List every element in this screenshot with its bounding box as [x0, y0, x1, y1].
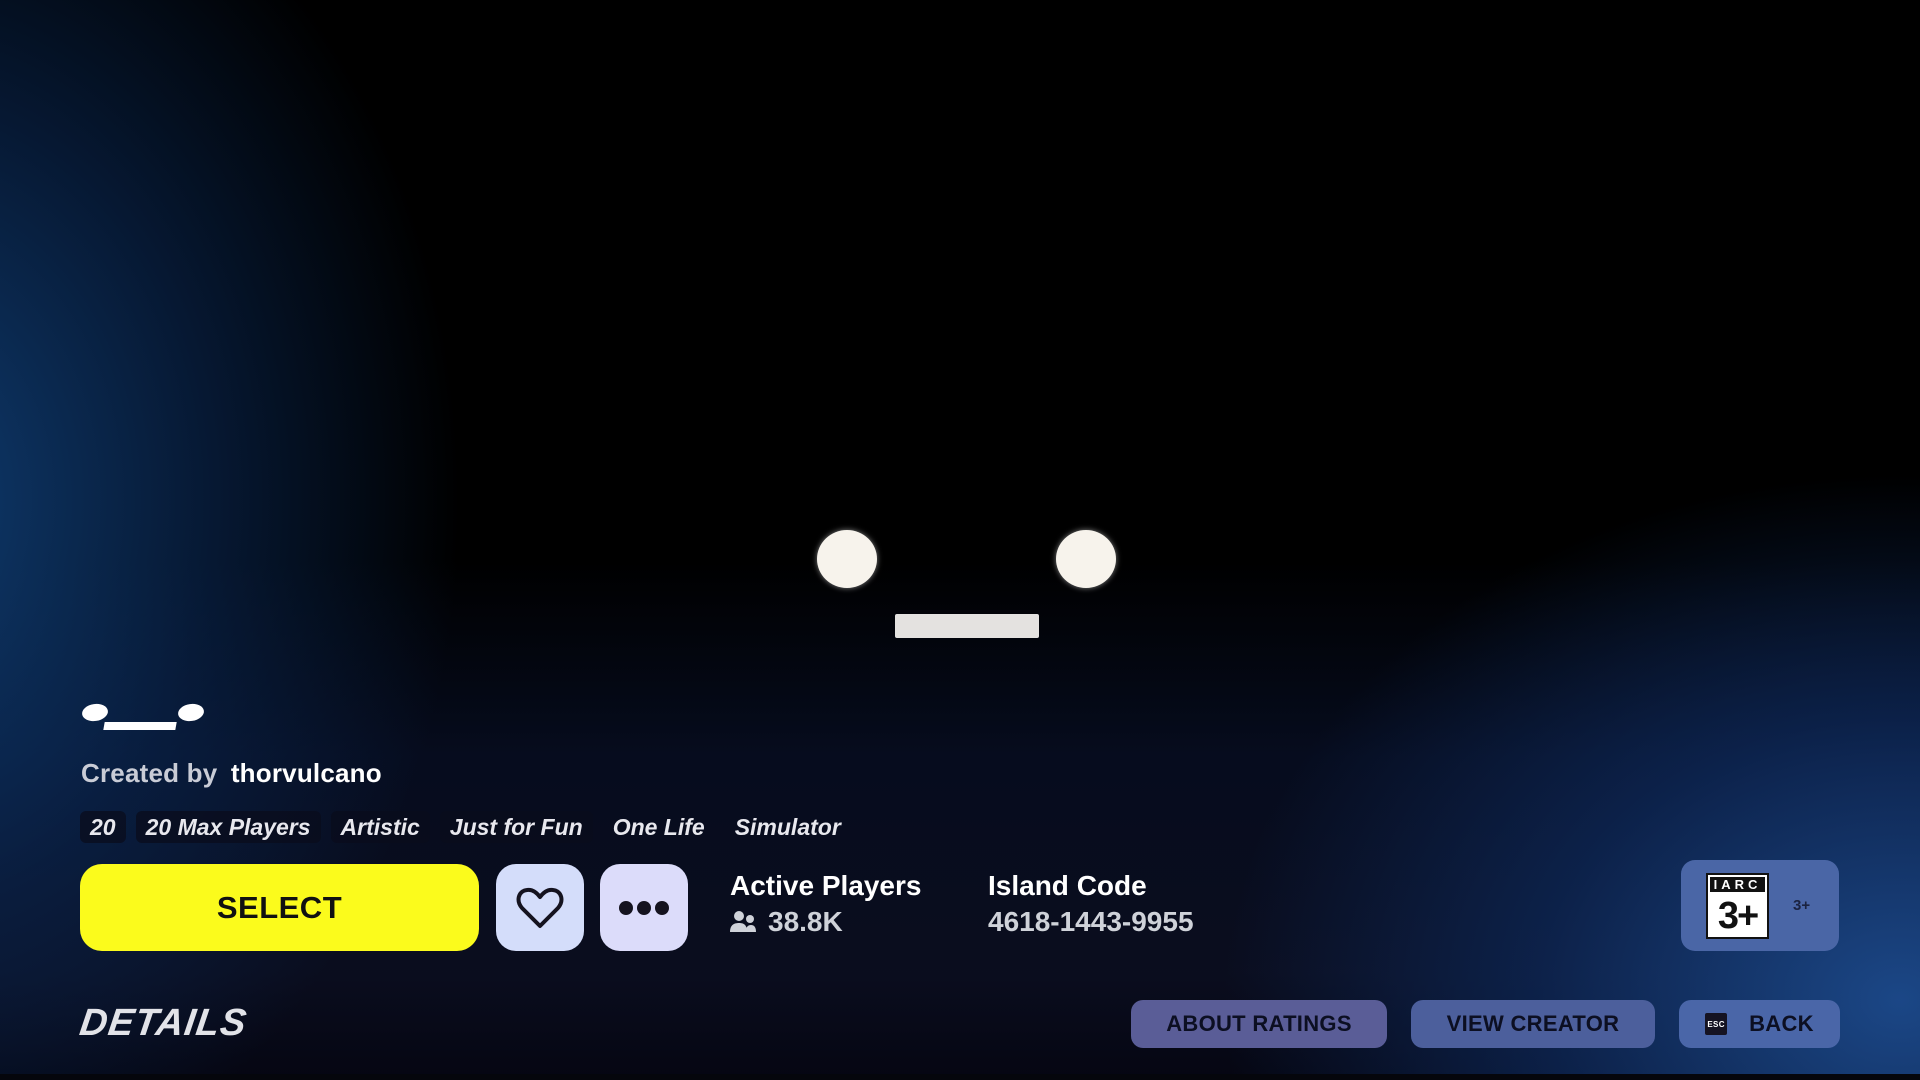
back-button[interactable]: ESC BACK — [1679, 1000, 1840, 1048]
creator-line: Created by thorvulcano — [81, 758, 382, 789]
about-ratings-button[interactable]: ABOUT RATINGS — [1131, 1000, 1387, 1048]
bottom-strip — [0, 1074, 1920, 1080]
view-creator-label: VIEW CREATOR — [1446, 1011, 1620, 1036]
tag: Artistic — [330, 811, 430, 843]
rating-label: 3+ — [1793, 897, 1811, 914]
back-label: BACK — [1749, 1011, 1814, 1036]
select-button[interactable]: SELECT — [80, 864, 479, 951]
tag: One Life — [612, 814, 705, 840]
view-creator-button[interactable]: VIEW CREATOR — [1411, 1000, 1655, 1048]
active-players-stat: Active Players 38.8K — [730, 870, 921, 938]
face-left-eye — [817, 530, 877, 588]
select-label: SELECT — [216, 889, 343, 925]
created-by-label: Created by — [81, 758, 218, 788]
details-heading[interactable]: DETAILS — [77, 1002, 250, 1045]
more-options-button[interactable] — [600, 864, 688, 951]
tag: 20 — [80, 811, 126, 843]
active-players-label: Active Players — [730, 870, 922, 901]
age-rating-badge: IARC 3+ 3+ — [1681, 860, 1839, 951]
island-code-stat: Island Code 4618-1443-9955 — [988, 870, 1194, 938]
tag: Simulator — [734, 814, 841, 840]
esc-key-icon: ESC — [1705, 1013, 1728, 1035]
more-dots-icon — [619, 900, 669, 915]
iarc-rating-icon: IARC 3+ — [1706, 872, 1769, 939]
tag: 20 Max Players — [135, 811, 321, 843]
about-ratings-label: ABOUT RATINGS — [1166, 1011, 1352, 1036]
tag: Just for Fun — [439, 811, 593, 843]
island-title-logo: •__• — [80, 700, 210, 738]
island-code-value: 4618-1443-9955 — [988, 906, 1194, 937]
favorite-button[interactable] — [496, 864, 584, 951]
rating-age: 3+ — [1717, 894, 1759, 937]
active-players-value: 38.8K — [768, 906, 843, 937]
rating-board: IARC — [1710, 876, 1765, 892]
heart-icon — [516, 887, 564, 928]
face-mouth — [895, 614, 1039, 638]
tag-list: 20 20 Max Players Artistic Just for Fun … — [80, 811, 851, 843]
creator-name: thorvulcano — [230, 758, 382, 788]
island-code-label: Island Code — [988, 870, 1147, 901]
people-icon — [730, 911, 756, 932]
face-right-eye — [1056, 530, 1116, 588]
